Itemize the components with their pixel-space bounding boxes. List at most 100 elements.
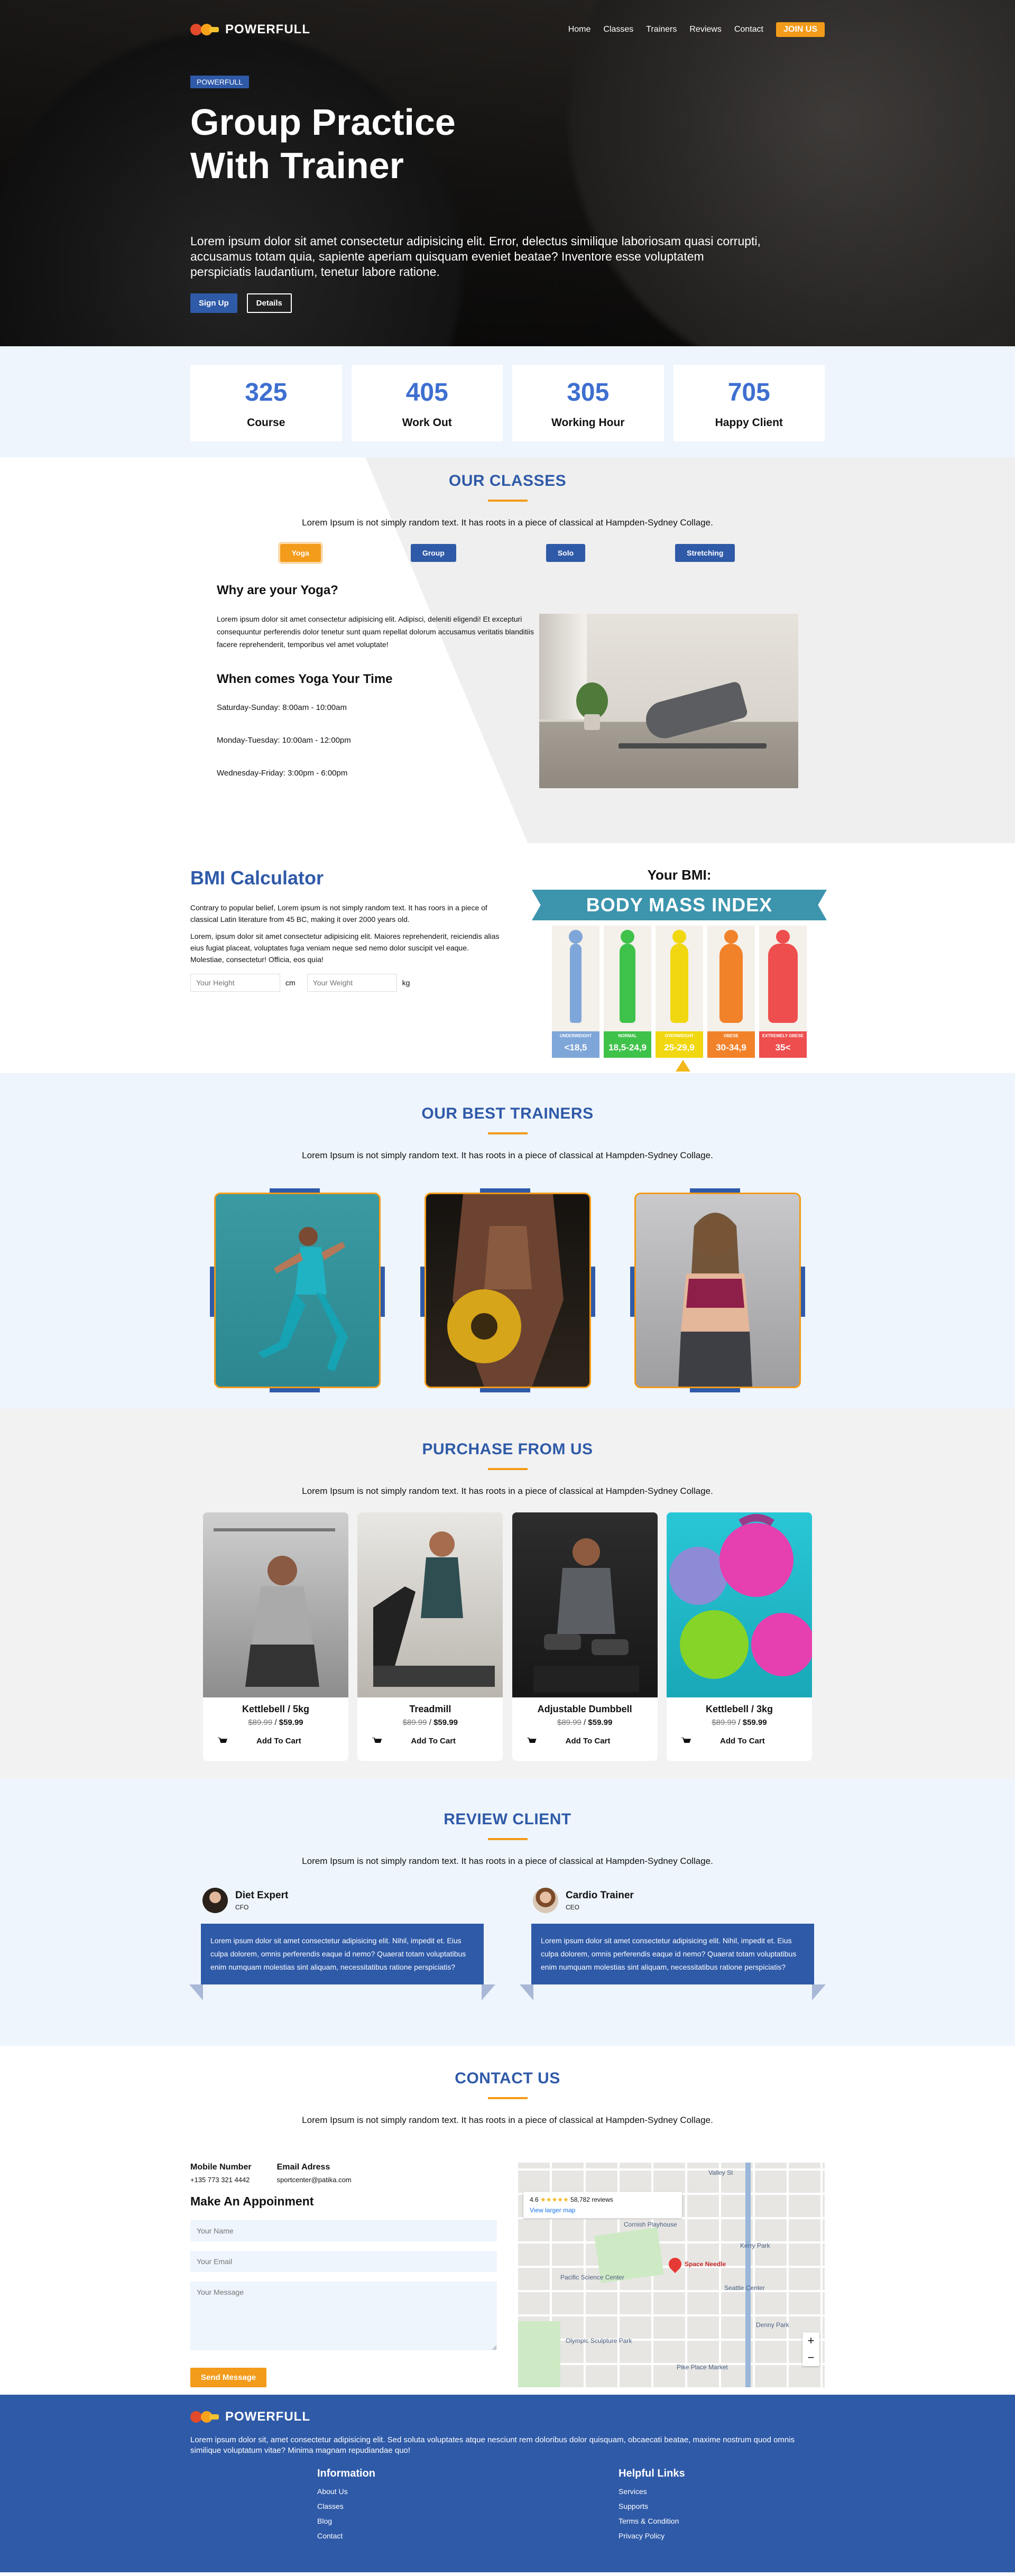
title-underline — [487, 1838, 528, 1840]
add-to-cart-button[interactable]: Add To Cart — [203, 1737, 348, 1746]
bmi-category: UNDERWEIGHT <18,5 — [552, 926, 599, 1058]
contact-title: CONTACT US — [455, 2070, 560, 2087]
sign-up-button[interactable]: Sign Up — [190, 293, 237, 313]
logo-icon — [190, 2410, 221, 2424]
reviewer-name: Diet Expert — [235, 1890, 289, 1901]
footer-info-title: Information — [317, 2468, 375, 2479]
name-input[interactable] — [190, 2220, 497, 2241]
product-name: Adjustable Dumbbell — [537, 1704, 632, 1714]
star-icon: ★★★★★ — [540, 2196, 569, 2203]
join-us-button[interactable]: JOIN US — [776, 22, 825, 37]
reviewer-role: CFO — [235, 1904, 249, 1911]
zoom-in-icon[interactable]: + — [802, 2332, 819, 2349]
product-image — [203, 1512, 348, 1697]
footer-help-title: Helpful Links — [619, 2468, 685, 2479]
classes-title: OUR CLASSES — [448, 472, 567, 490]
product-card: Kettlebell / 5kg $89.99 / $59.99 Add To … — [203, 1512, 348, 1761]
footer-link[interactable]: Privacy Policy — [619, 2532, 685, 2540]
appointment-title: Make An Appoinment — [190, 2194, 314, 2208]
logo-text: POWERFULL — [225, 22, 310, 36]
nav-home[interactable]: Home — [568, 25, 591, 34]
stat-number: 705 — [727, 378, 770, 407]
trainer-card[interactable] — [210, 1188, 385, 1392]
title-underline — [487, 1468, 528, 1470]
send-message-button[interactable]: Send Message — [190, 2368, 267, 2387]
reviewer-name: Cardio Trainer — [566, 1890, 634, 1901]
product-price: $89.99 / $59.99 — [248, 1718, 303, 1727]
nav-menu: Home Classes Trainers Reviews Contact JO… — [568, 22, 825, 37]
product-name: Kettlebell / 3kg — [705, 1704, 773, 1714]
hero-text: Lorem ipsum dolor sit amet consectetur a… — [190, 234, 761, 279]
product-image — [512, 1512, 658, 1697]
stat-number: 405 — [405, 378, 448, 407]
review-card: Diet Expert CFO Lorem ipsum dolor sit ame… — [189, 1888, 495, 2000]
why-yoga-text: Lorem ipsum dolor sit amet consectetur a… — [217, 615, 534, 649]
product-image — [666, 1512, 812, 1697]
schedule-item: Wednesday-Friday: 3:00pm - 6:00pm — [217, 769, 348, 778]
email-address[interactable]: sportcenter@patika.com — [277, 2176, 352, 2184]
add-to-cart-button[interactable]: Add To Cart — [512, 1737, 658, 1746]
map-pin-icon[interactable] — [666, 2255, 684, 2273]
avatar — [202, 1888, 228, 1913]
contact-subtitle: Lorem Ipsum is not simply random text. I… — [302, 2115, 713, 2125]
reviews-subtitle: Lorem Ipsum is not simply random text. I… — [302, 1856, 713, 1866]
bmi-category: OVERWEIGHT 25-29,9 — [656, 926, 703, 1058]
cart-icon — [372, 1737, 382, 1743]
footer-link[interactable]: Classes — [317, 2502, 375, 2510]
bmi-category-range: 35< — [775, 1042, 791, 1052]
trainer-card[interactable] — [420, 1188, 595, 1392]
nav-reviews[interactable]: Reviews — [689, 25, 721, 34]
trainers-section: OUR BEST TRAINERS Lorem Ipsum is not sim… — [0, 1073, 1015, 1409]
bmi-category-range: 18,5-24,9 — [608, 1042, 647, 1052]
map-rating: 4.6 — [530, 2196, 539, 2203]
reviews-title: REVIEW CLIENT — [444, 1811, 571, 1828]
bmi-category: NORMAL 18,5-24,9 — [604, 926, 651, 1058]
bmi-title: BMI Calculator — [190, 867, 324, 889]
purchase-subtitle: Lorem Ipsum is not simply random text. I… — [302, 1486, 713, 1496]
view-larger-map-link[interactable]: View larger map — [530, 2206, 676, 2214]
footer-link[interactable]: Supports — [619, 2502, 685, 2510]
map-embed[interactable]: Valley St Pacific Science Center Cornish… — [518, 2163, 825, 2387]
weight-input[interactable] — [307, 974, 397, 992]
tab-solo[interactable]: Solo — [546, 544, 586, 562]
review-text: Lorem ipsum dolor sit amet consectetur a… — [531, 1924, 814, 1984]
hero-section: POWERFULL Home Classes Trainers Reviews … — [0, 0, 1015, 346]
footer-link[interactable]: About Us — [317, 2487, 375, 2496]
bmi-category-range: 30-34,9 — [716, 1042, 746, 1052]
height-input[interactable] — [190, 974, 280, 992]
trainer-photo — [634, 1193, 801, 1388]
bmi-section: BMI Calculator Contrary to popular belie… — [0, 843, 1015, 1073]
tab-group[interactable]: Group — [410, 544, 456, 562]
footer-logo[interactable]: POWERFULL — [190, 2409, 825, 2424]
tab-stretching[interactable]: Stretching — [675, 544, 735, 562]
tab-yoga[interactable]: Yoga — [280, 544, 321, 562]
footer-link[interactable]: Blog — [317, 2517, 375, 2525]
add-to-cart-button[interactable]: Add To Cart — [357, 1737, 503, 1746]
product-image — [357, 1512, 503, 1697]
logo[interactable]: POWERFULL — [190, 22, 310, 37]
nav-classes[interactable]: Classes — [603, 25, 633, 34]
trainer-card[interactable] — [630, 1188, 805, 1392]
email-input[interactable] — [190, 2251, 497, 2272]
title-underline — [487, 500, 528, 502]
reviewer-role: CEO — [566, 1904, 580, 1911]
nav-contact[interactable]: Contact — [734, 25, 763, 34]
footer-link[interactable]: Terms & Condition — [619, 2517, 685, 2525]
nav-trainers[interactable]: Trainers — [646, 25, 677, 34]
bmi-chart: UNDERWEIGHT <18,5 NORMAL 18,5-24,9 OVERWEIGH… — [534, 926, 825, 1058]
stat-card: 305 Working Hour — [512, 365, 664, 441]
product-name: Kettlebell / 5kg — [242, 1704, 310, 1714]
details-button[interactable]: Details — [246, 293, 292, 313]
map-reviews[interactable]: 58,782 reviews — [570, 2196, 613, 2203]
zoom-out-icon[interactable]: − — [802, 2349, 819, 2366]
review-card: Cardio Trainer CEO Lorem ipsum dolor sit … — [520, 1888, 826, 2000]
add-to-cart-button[interactable]: Add To Cart — [667, 1737, 812, 1746]
footer-link[interactable]: Services — [619, 2487, 685, 2496]
why-yoga-title: Why are your Yoga? — [217, 583, 338, 597]
map-zoom-controls[interactable]: + − — [802, 2332, 819, 2366]
footer-description: Lorem ipsum dolor sit, amet consectetur … — [190, 2435, 795, 2455]
mobile-label: Mobile Number — [190, 2163, 252, 2172]
hero-badge: POWERFULL — [190, 76, 250, 88]
message-input[interactable] — [190, 2282, 497, 2350]
footer-link[interactable]: Contact — [317, 2532, 375, 2540]
